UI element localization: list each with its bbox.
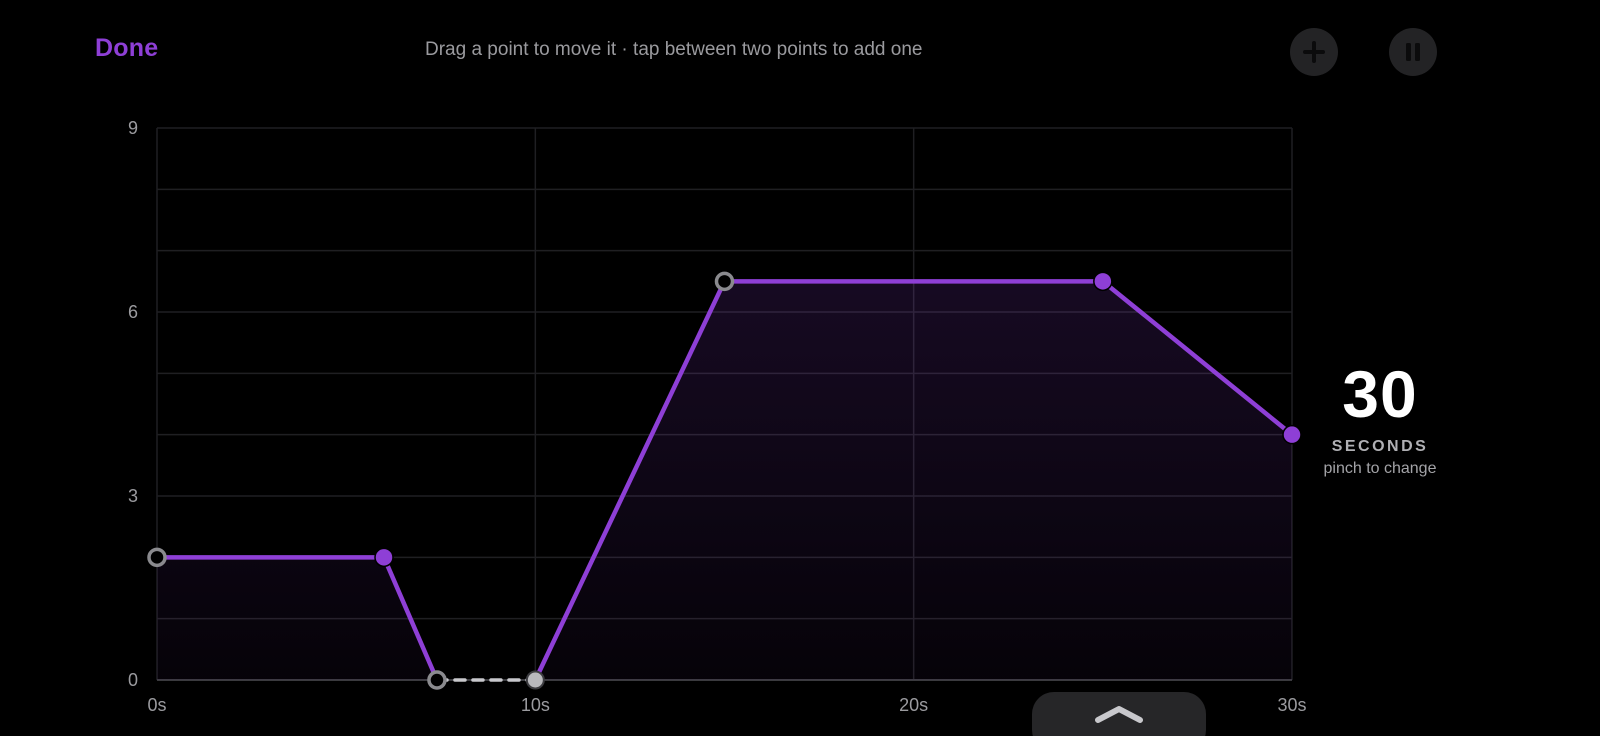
duration-unit-label: SECONDS bbox=[1331, 438, 1429, 455]
curve-point[interactable] bbox=[427, 670, 447, 690]
duration-hint: pinch to change bbox=[1323, 460, 1437, 477]
chevron-up-icon bbox=[1095, 706, 1143, 723]
duration-value[interactable]: 30 bbox=[1300, 356, 1460, 432]
x-tick-label: 20s bbox=[899, 695, 928, 715]
drawer-handle[interactable] bbox=[1032, 692, 1206, 736]
y-tick-label: 9 bbox=[128, 118, 138, 138]
y-tick-label: 3 bbox=[128, 486, 138, 506]
curve-point[interactable] bbox=[374, 547, 394, 568]
curve-point[interactable] bbox=[714, 271, 735, 292]
x-tick-label: 0s bbox=[147, 695, 166, 715]
y-tick-label: 6 bbox=[128, 302, 138, 322]
x-tick-label: 10s bbox=[521, 695, 550, 715]
curve-point[interactable] bbox=[525, 670, 545, 690]
x-tick-label: 30s bbox=[1277, 695, 1306, 715]
curve-point[interactable] bbox=[1093, 271, 1113, 292]
curve-editor-screen: Done Drag a point to move it · tap betwe… bbox=[0, 0, 1600, 736]
curve-point[interactable] bbox=[1282, 424, 1302, 445]
y-tick-label: 0 bbox=[128, 670, 138, 690]
curve-point[interactable] bbox=[147, 547, 167, 568]
curve-area-fill bbox=[157, 281, 1292, 680]
